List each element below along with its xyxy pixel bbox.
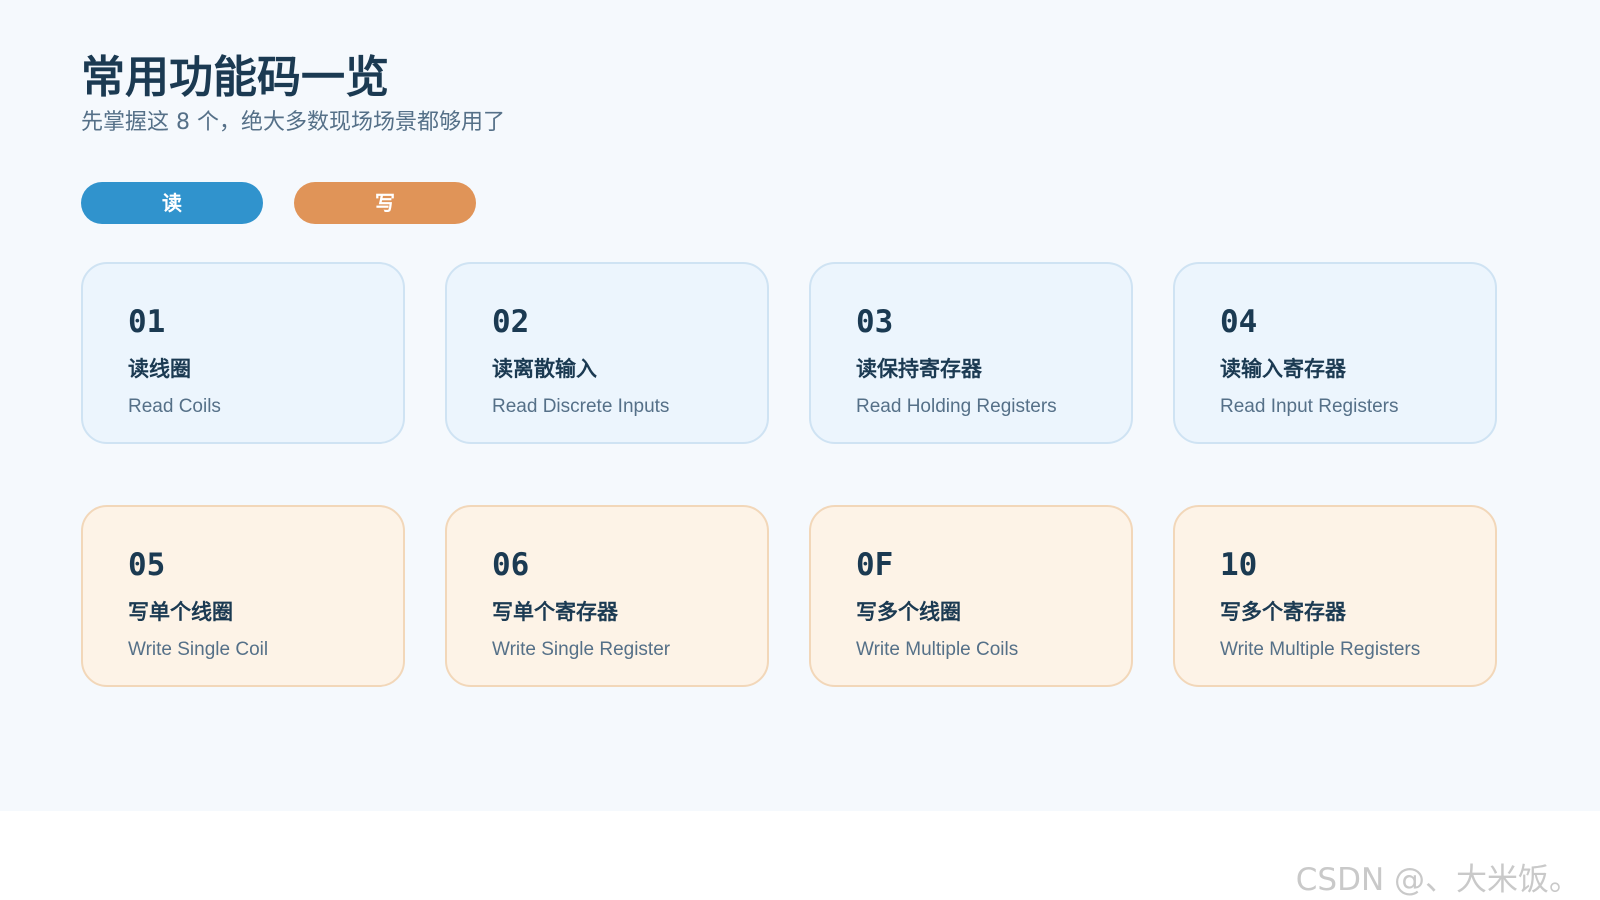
function-name-en: Write Single Coil: [128, 639, 269, 660]
function-name-zh: 写多个寄存器: [1220, 600, 1346, 624]
function-code: 0F: [856, 547, 894, 583]
function-code: 01: [128, 304, 166, 340]
function-card-06[interactable]: 06 写单个寄存器 Write Single Register: [445, 505, 769, 687]
function-code: 10: [1220, 547, 1258, 583]
function-name-zh: 写单个寄存器: [492, 600, 618, 624]
function-name-zh: 读线圈: [128, 357, 191, 381]
function-card-05[interactable]: 05 写单个线圈 Write Single Coil: [81, 505, 405, 687]
function-name-zh: 写单个线圈: [128, 600, 233, 624]
function-name-en: Write Multiple Registers: [1220, 639, 1421, 660]
function-name-en: Read Discrete Inputs: [492, 396, 670, 417]
function-code: 05: [128, 547, 166, 583]
function-name-zh: 读输入寄存器: [1220, 357, 1346, 381]
function-code-grid: 01 读线圈 Read Coils 02 读离散输入 Read Discrete…: [81, 262, 1499, 687]
function-code: 02: [492, 304, 530, 340]
function-code: 03: [856, 304, 894, 340]
function-card-01[interactable]: 01 读线圈 Read Coils: [81, 262, 405, 444]
function-name-zh: 读离散输入: [492, 357, 597, 381]
page-subtitle: 先掌握这 8 个，绝大多数现场场景都够用了: [81, 110, 505, 135]
read-tag-button[interactable]: 读: [81, 182, 263, 224]
function-code: 06: [492, 547, 530, 583]
function-card-03[interactable]: 03 读保持寄存器 Read Holding Registers: [809, 262, 1133, 444]
page-title: 常用功能码一览: [81, 52, 389, 103]
write-tag-button[interactable]: 写: [294, 182, 476, 224]
function-name-en: Write Multiple Coils: [856, 639, 1019, 660]
function-name-zh: 写多个线圈: [856, 600, 961, 624]
function-card-0f[interactable]: 0F 写多个线圈 Write Multiple Coils: [809, 505, 1133, 687]
watermark: CSDN @、大米饭。: [1295, 862, 1580, 898]
function-card-02[interactable]: 02 读离散输入 Read Discrete Inputs: [445, 262, 769, 444]
function-name-en: Write Single Register: [492, 639, 671, 660]
function-name-en: Read Coils: [128, 396, 221, 417]
function-name-zh: 读保持寄存器: [856, 357, 982, 381]
slide: 常用功能码一览 先掌握这 8 个，绝大多数现场场景都够用了 读 写 01 读线圈…: [0, 0, 1600, 811]
function-card-10[interactable]: 10 写多个寄存器 Write Multiple Registers: [1173, 505, 1497, 687]
function-name-en: Read Holding Registers: [856, 396, 1057, 417]
function-code: 04: [1220, 304, 1258, 340]
function-name-en: Read Input Registers: [1220, 396, 1399, 417]
function-card-04[interactable]: 04 读输入寄存器 Read Input Registers: [1173, 262, 1497, 444]
